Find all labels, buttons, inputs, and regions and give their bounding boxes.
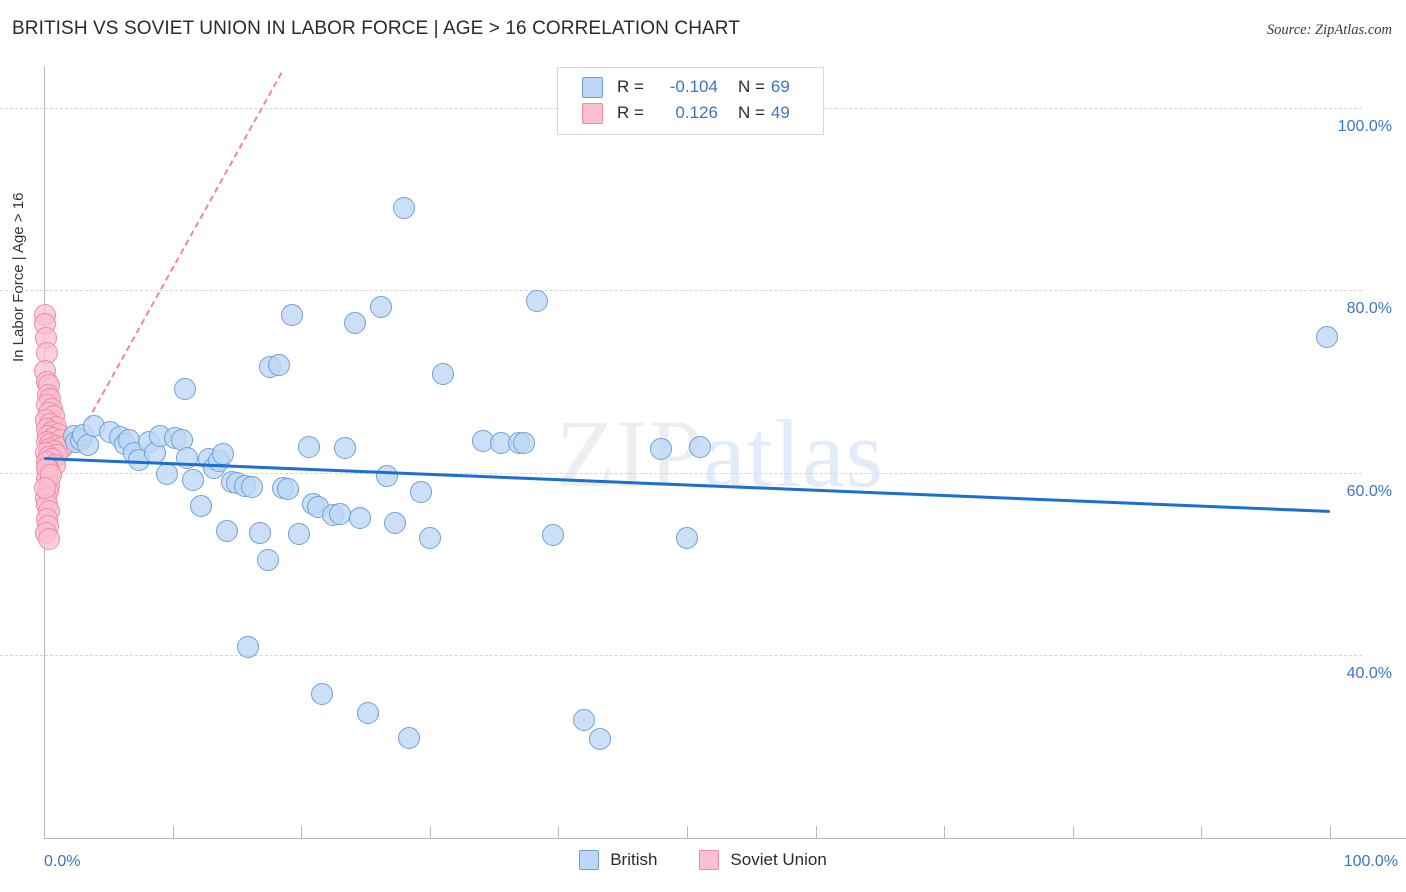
data-point-british[interactable] <box>409 481 432 504</box>
series-legend-item-soviet-union[interactable]: Soviet Union <box>699 850 827 870</box>
y-tick-label-60: 60.0% <box>1346 482 1392 500</box>
data-point-british[interactable] <box>512 431 535 454</box>
data-point-british[interactable] <box>333 437 356 460</box>
data-point-british[interactable] <box>237 636 260 659</box>
y-tick-label-100: 100.0% <box>1337 117 1392 135</box>
data-point-british[interactable] <box>174 378 197 401</box>
legend-r-label-soviet-union: R = <box>617 103 644 122</box>
data-point-british[interactable] <box>688 435 711 458</box>
data-point-british[interactable] <box>344 312 367 335</box>
plot-area <box>34 66 1339 838</box>
data-point-british[interactable] <box>398 726 421 749</box>
data-point-british[interactable] <box>249 522 272 545</box>
legend-n-value-soviet-union: 49 <box>770 103 790 122</box>
data-point-british[interactable] <box>211 442 234 465</box>
legend-n-value-british: 69 <box>770 77 790 96</box>
data-point-british[interactable] <box>542 524 565 547</box>
data-point-british[interactable] <box>287 523 310 546</box>
series-legend-item-british[interactable]: British <box>579 850 657 870</box>
x-tick-100 <box>1330 826 1331 838</box>
series-label-soviet-union: Soviet Union <box>730 850 827 869</box>
legend-r-value-soviet-union: 0.126 <box>675 103 718 122</box>
series-label-british: British <box>610 850 658 869</box>
data-point-british[interactable] <box>182 469 205 492</box>
trendline-soviet-union <box>62 71 283 466</box>
data-point-british[interactable] <box>431 362 454 385</box>
series-legend: British Soviet Union <box>0 850 1406 870</box>
data-point-british[interactable] <box>1316 326 1339 349</box>
data-point-british[interactable] <box>418 526 441 549</box>
legend-r-label-british: R = <box>617 77 644 96</box>
page-title: BRITISH VS SOVIET UNION IN LABOR FORCE |… <box>12 18 740 39</box>
data-point-british[interactable] <box>156 462 179 485</box>
y-tick-label-80: 80.0% <box>1346 300 1392 318</box>
y-axis-title: In Labor Force | Age > 16 <box>10 192 27 362</box>
data-point-british[interactable] <box>650 438 673 461</box>
legend-swatch-british <box>582 76 603 98</box>
legend-row-british: R = -0.104 N = 69 <box>582 74 790 100</box>
data-point-british[interactable] <box>525 289 548 312</box>
data-point-british[interactable] <box>393 197 416 220</box>
data-point-british[interactable] <box>76 433 99 456</box>
data-point-british[interactable] <box>297 435 320 458</box>
data-point-british[interactable] <box>189 494 212 517</box>
legend-n-label-soviet-union: N = <box>737 103 765 122</box>
y-tick-label-40: 40.0% <box>1346 665 1392 683</box>
data-point-british[interactable] <box>349 506 372 529</box>
x-axis-line <box>44 838 1406 839</box>
series-swatch-soviet-union <box>699 850 720 870</box>
correlation-chart: BRITISH VS SOVIET UNION IN LABOR FORCE |… <box>0 0 1406 892</box>
data-point-british[interactable] <box>588 728 611 751</box>
data-point-british[interactable] <box>256 548 279 571</box>
data-point-british[interactable] <box>215 520 238 543</box>
data-point-british[interactable] <box>384 512 407 535</box>
data-point-soviet-union[interactable] <box>38 527 61 550</box>
data-point-british[interactable] <box>676 526 698 549</box>
data-point-british[interactable] <box>573 709 596 732</box>
legend-swatch-soviet-union <box>582 102 603 124</box>
data-point-british[interactable] <box>369 295 392 318</box>
data-point-british[interactable] <box>268 354 291 377</box>
data-point-soviet-union[interactable] <box>34 476 57 499</box>
data-point-british[interactable] <box>328 503 351 526</box>
legend-row-soviet-union: R = 0.126 N = 49 <box>582 100 790 126</box>
data-point-british[interactable] <box>376 464 399 487</box>
legend-r-value-british: -0.104 <box>669 77 718 96</box>
source-attribution: Source: ZipAtlas.com <box>1266 22 1392 38</box>
legend-n-label-british: N = <box>737 77 765 96</box>
series-swatch-british <box>579 850 600 870</box>
data-point-british[interactable] <box>241 475 264 498</box>
data-point-british[interactable] <box>357 701 380 724</box>
data-point-british[interactable] <box>281 304 304 327</box>
data-point-british[interactable] <box>277 477 300 500</box>
correlation-legend: R = -0.104 N = 69 R = 0.126 N = 49 <box>557 67 824 135</box>
data-point-british[interactable] <box>310 682 333 705</box>
